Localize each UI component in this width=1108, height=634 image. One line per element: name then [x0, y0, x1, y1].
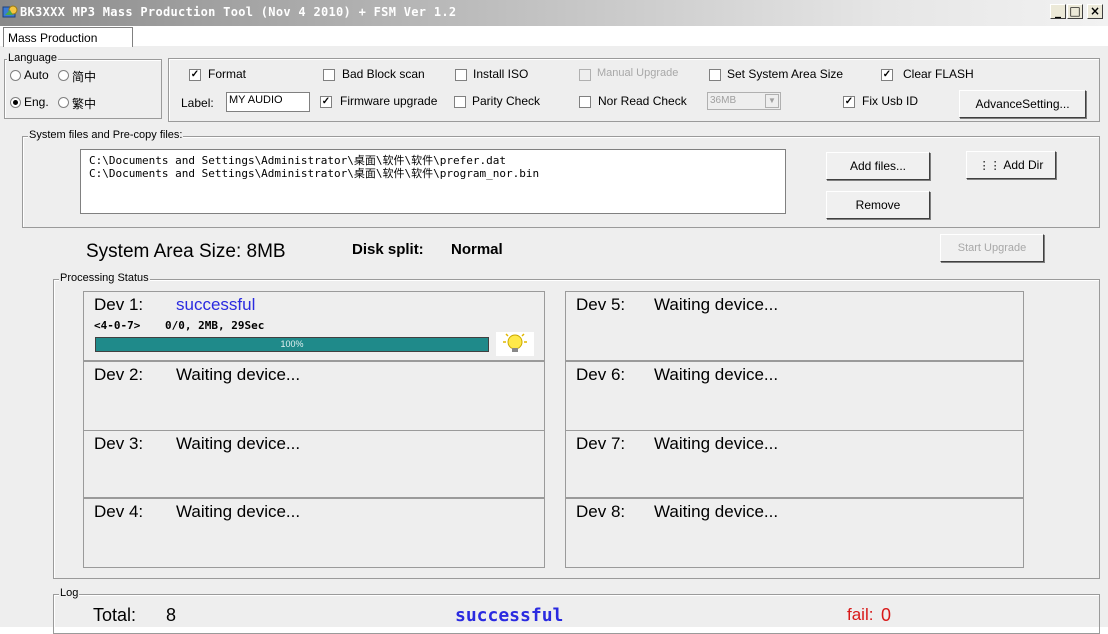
- format-label: Format: [208, 67, 247, 81]
- log-fail-label: fail:: [847, 605, 874, 624]
- folder-icon: ⋮⋮: [978, 160, 1001, 172]
- add-dir-label: Add Dir: [1003, 158, 1044, 172]
- nor-size-value: 36MB: [710, 95, 737, 106]
- tab-mass-production[interactable]: Mass Production: [3, 27, 133, 47]
- volume-label-caption: Label:: [181, 96, 214, 110]
- list-item[interactable]: C:\Documents and Settings\Administrator\…: [89, 154, 785, 167]
- lightbulb-icon: [496, 332, 534, 356]
- device-1-progress-label: 100%: [280, 339, 304, 349]
- device-slot-6: Dev 6: Waiting device...: [565, 361, 1024, 431]
- device-slot-3: Dev 3: Waiting device...: [83, 430, 545, 498]
- nor-read-check-checkbox[interactable]: [579, 96, 591, 108]
- clear-flash-checkbox[interactable]: ✓: [881, 69, 893, 81]
- set-system-area-size-label: Set System Area Size: [727, 67, 844, 81]
- volume-label-input[interactable]: MY AUDIO: [226, 92, 310, 112]
- window-title: BK3XXX MP3 Mass Production Tool (Nov 4 2…: [20, 5, 457, 19]
- device-1-status: successful: [176, 295, 256, 314]
- device-6-name: Dev 6:: [576, 365, 626, 384]
- install-iso-checkbox[interactable]: [455, 69, 467, 81]
- log-group-label: Log: [59, 587, 80, 599]
- chevron-down-icon: ▼: [765, 94, 779, 108]
- parity-check-checkbox[interactable]: [454, 96, 466, 108]
- maximize-button[interactable]: □: [1067, 4, 1083, 19]
- device-4-status: Waiting device...: [176, 502, 301, 521]
- title-bar[interactable]: BK3XXX MP3 Mass Production Tool (Nov 4 2…: [0, 0, 1108, 26]
- list-item[interactable]: C:\Documents and Settings\Administrator\…: [89, 167, 785, 180]
- nor-read-check-label: Nor Read Check: [598, 94, 687, 108]
- device-7-status: Waiting device...: [654, 434, 779, 453]
- device-1-name: Dev 1:: [94, 295, 144, 314]
- nor-size-select[interactable]: 36MB ▼: [707, 92, 781, 110]
- disk-split-label: Disk split:: [352, 241, 424, 258]
- device-1-port: <4-0-7>: [94, 319, 141, 332]
- manual-upgrade-checkbox[interactable]: [579, 69, 591, 81]
- bad-block-scan-label: Bad Block scan: [342, 67, 425, 81]
- app-icon: [2, 5, 18, 18]
- clear-flash-label: Clear FLASH: [903, 67, 974, 81]
- device-4-name: Dev 4:: [94, 502, 144, 521]
- manual-upgrade-label: Manual Upgrade: [597, 67, 679, 79]
- fix-usb-id-label: Fix Usb ID: [862, 94, 919, 108]
- device-slot-4: Dev 4: Waiting device...: [83, 498, 545, 568]
- system-files-group-label: System files and Pre-copy files:: [28, 129, 184, 141]
- device-slot-5: Dev 5: Waiting device...: [565, 291, 1024, 361]
- radio-english[interactable]: [10, 97, 21, 108]
- log-fail-value: 0: [881, 605, 892, 625]
- log-total-label: Total:: [93, 605, 137, 625]
- install-iso-label: Install ISO: [473, 67, 529, 81]
- radio-auto[interactable]: [10, 70, 21, 81]
- device-3-status: Waiting device...: [176, 434, 301, 453]
- device-2-status: Waiting device...: [176, 365, 301, 384]
- device-slot-1: Dev 1: successful <4-0-7> 0/0, 2MB, 29Se…: [83, 291, 545, 361]
- close-button[interactable]: ×: [1087, 4, 1103, 19]
- minimize-button[interactable]: _: [1050, 4, 1066, 19]
- system-area-size-text: System Area Size: 8MB: [86, 241, 286, 262]
- parity-check-label: Parity Check: [472, 94, 541, 108]
- radio-traditional-chinese[interactable]: [58, 97, 69, 108]
- system-files-list[interactable]: C:\Documents and Settings\Administrator\…: [80, 149, 786, 214]
- remove-button[interactable]: Remove: [826, 191, 930, 219]
- device-2-name: Dev 2:: [94, 365, 144, 384]
- device-7-name: Dev 7:: [576, 434, 626, 453]
- start-upgrade-button[interactable]: Start Upgrade: [940, 234, 1044, 262]
- device-5-name: Dev 5:: [576, 295, 626, 314]
- device-8-name: Dev 8:: [576, 502, 626, 521]
- device-1-progress-bar: 100%: [95, 337, 489, 352]
- log-group: Log: [53, 587, 1100, 634]
- disk-split-value: Normal: [451, 241, 503, 258]
- add-dir-button[interactable]: ⋮⋮ Add Dir: [966, 151, 1056, 179]
- device-5-status: Waiting device...: [654, 295, 779, 314]
- tab-label: Mass Production: [8, 31, 98, 45]
- radio-traditional-chinese-label: 繁中: [72, 97, 97, 111]
- firmware-upgrade-checkbox[interactable]: ✓: [320, 96, 332, 108]
- radio-simplified-chinese-label: 简中: [72, 70, 97, 84]
- firmware-upgrade-label: Firmware upgrade: [340, 94, 438, 108]
- add-files-button[interactable]: Add files...: [826, 152, 930, 180]
- device-slot-7: Dev 7: Waiting device...: [565, 430, 1024, 498]
- bad-block-scan-checkbox[interactable]: [323, 69, 335, 81]
- device-6-status: Waiting device...: [654, 365, 779, 384]
- set-system-area-size-checkbox[interactable]: [709, 69, 721, 81]
- radio-simplified-chinese[interactable]: [58, 70, 69, 81]
- device-slot-2: Dev 2: Waiting device...: [83, 361, 545, 431]
- processing-status-label: Processing Status: [59, 272, 150, 284]
- device-3-name: Dev 3:: [94, 434, 144, 453]
- radio-auto-label: Auto: [24, 68, 49, 82]
- advance-setting-button[interactable]: AdvanceSetting...: [959, 90, 1086, 118]
- format-checkbox[interactable]: ✓: [189, 69, 201, 81]
- fix-usb-id-checkbox[interactable]: ✓: [843, 96, 855, 108]
- device-1-info: 0/0, 2MB, 29Sec: [165, 319, 265, 332]
- log-successful-label: successful: [455, 605, 564, 626]
- log-total-value: 8: [166, 605, 177, 625]
- radio-english-label: Eng.: [24, 95, 49, 109]
- device-slot-8: Dev 8: Waiting device...: [565, 498, 1024, 568]
- device-8-status: Waiting device...: [654, 502, 779, 521]
- language-group-label: Language: [7, 52, 58, 64]
